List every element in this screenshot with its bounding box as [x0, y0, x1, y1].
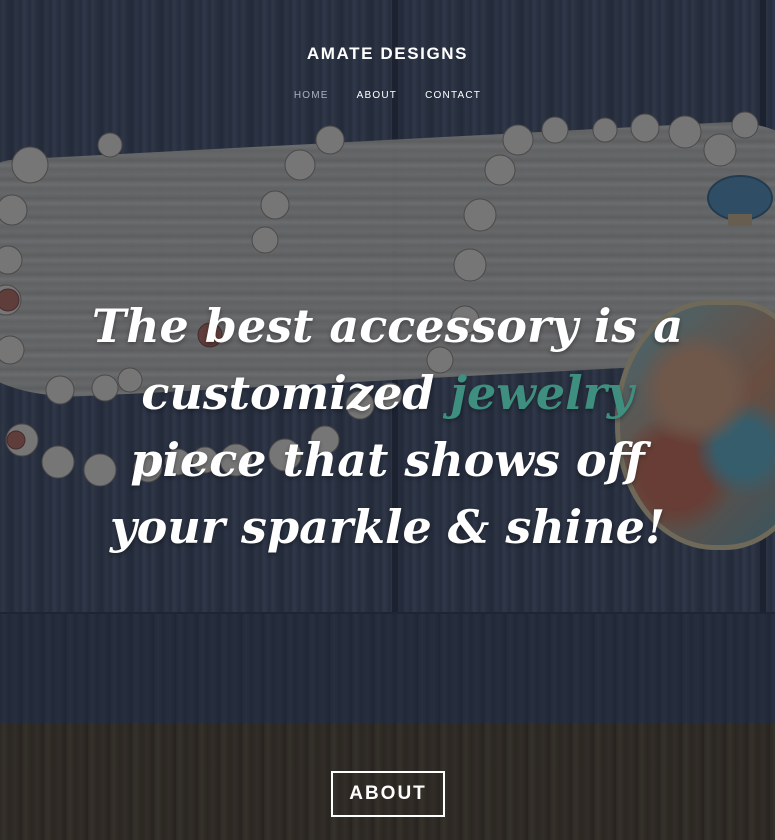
hero-section: AMATE DESIGNS HOME ABOUT CONTACT The bes… — [0, 0, 775, 723]
hero-headline-text: piece that shows off your sparkle & shin… — [109, 432, 666, 554]
nav-item-contact[interactable]: CONTACT — [425, 90, 481, 101]
page: AMATE DESIGNS HOME ABOUT CONTACT The bes… — [0, 0, 775, 840]
nav-item-home[interactable]: HOME — [294, 90, 329, 101]
hero-headline: The best accessory is a customized jewel… — [90, 293, 685, 561]
hero-headline-accent: jewelry — [450, 365, 634, 420]
site-title[interactable]: AMATE DESIGNS — [0, 44, 775, 64]
about-heading: ABOUT — [331, 771, 445, 817]
about-section: ABOUT — [0, 723, 775, 840]
main-nav: HOME ABOUT CONTACT — [0, 90, 775, 101]
nav-item-about[interactable]: ABOUT — [357, 90, 397, 101]
